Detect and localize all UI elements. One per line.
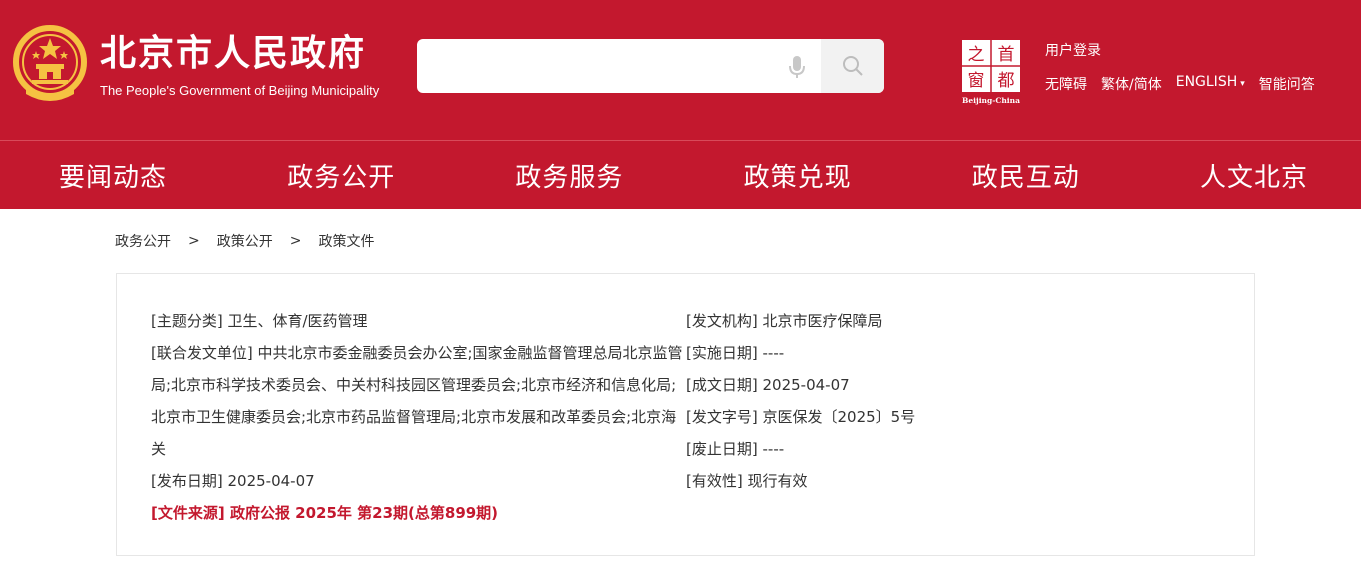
main-nav: 要闻动态 政务公开 政务服务 政策兑现 政民互动 人文北京 bbox=[0, 140, 1361, 209]
repeal-date-row: [废止日期] ---- bbox=[686, 433, 1226, 465]
created-date-row: [成文日期] 2025-04-07 bbox=[686, 369, 1226, 401]
issuer-row: [发文机构] 北京市医疗保障局 bbox=[686, 305, 1226, 337]
created-date-value: 2025-04-07 bbox=[762, 376, 850, 394]
joint-issuers-label: [联合发文单位] bbox=[151, 344, 253, 362]
nav-item-policy-fulfillment[interactable]: 政策兑现 bbox=[744, 157, 852, 194]
effective-date-value: ---- bbox=[762, 344, 785, 362]
site-header: 北京市人民政府 The People's Government of Beiji… bbox=[0, 0, 1361, 140]
traditional-simplified-link[interactable]: 繁体/简体 bbox=[1101, 74, 1162, 94]
search-icon bbox=[842, 56, 863, 76]
chevron-down-icon: ▾ bbox=[1240, 79, 1245, 89]
user-login-link[interactable]: 用户登录 bbox=[1045, 40, 1101, 60]
logo-char-4: 都 bbox=[998, 71, 1015, 91]
document-info-panel: [主题分类] 卫生、体育/医药管理 [联合发文单位] 中共北京市委金融委员会办公… bbox=[116, 273, 1255, 556]
search-input[interactable] bbox=[417, 39, 777, 93]
validity-row: [有效性] 现行有效 bbox=[686, 465, 1226, 497]
nav-item-interaction[interactable]: 政民互动 bbox=[972, 157, 1080, 194]
english-link[interactable]: ENGLISH ▾ bbox=[1176, 74, 1245, 94]
accessibility-link[interactable]: 无障碍 bbox=[1045, 74, 1087, 94]
repeal-date-value: ---- bbox=[762, 440, 785, 458]
breadcrumb-separator: > bbox=[188, 233, 200, 249]
effective-date-row: [实施日期] ---- bbox=[686, 337, 1226, 369]
search-button[interactable] bbox=[821, 39, 884, 93]
nav-item-culture[interactable]: 人文北京 bbox=[1200, 157, 1308, 194]
breadcrumb-separator: > bbox=[289, 233, 302, 249]
source-label: [文件来源] bbox=[151, 504, 225, 522]
nav-item-services[interactable]: 政务服务 bbox=[515, 157, 623, 194]
breadcrumb: 政务公开 > 政策公开 > 政策文件 bbox=[115, 231, 374, 251]
topic-label: [主题分类] bbox=[151, 312, 223, 330]
document-number-value: 京医保发〔2025〕5号 bbox=[762, 408, 916, 426]
source-value: 政府公报 2025年 第23期(总第899期) bbox=[229, 504, 499, 522]
info-right-column: [发文机构] 北京市医疗保障局 [实施日期] ---- [成文日期] 2025-… bbox=[686, 305, 1226, 497]
smart-qa-link[interactable]: 智能问答 bbox=[1259, 74, 1315, 94]
microphone-icon[interactable] bbox=[786, 54, 808, 80]
search-box bbox=[417, 39, 884, 93]
logo-char-1: 之 bbox=[968, 45, 985, 65]
topic-value: 卫生、体育/医药管理 bbox=[227, 312, 368, 330]
national-emblem-icon[interactable] bbox=[12, 24, 88, 106]
publish-date-value: 2025-04-07 bbox=[227, 472, 315, 490]
issuer-label: [发文机构] bbox=[686, 312, 758, 330]
info-left-column: [主题分类] 卫生、体育/医药管理 [联合发文单位] 中共北京市委金融委员会办公… bbox=[151, 305, 683, 529]
breadcrumb-item-1[interactable]: 政务公开 bbox=[115, 231, 171, 251]
capital-window-logo[interactable]: 之 首 窗 都 Beijing-China bbox=[958, 38, 1024, 106]
breadcrumb-item-3[interactable]: 政策文件 bbox=[318, 231, 374, 251]
breadcrumb-item-2[interactable]: 政策公开 bbox=[217, 231, 273, 251]
effective-date-label: [实施日期] bbox=[686, 344, 758, 362]
logo-caption: Beijing-China bbox=[962, 96, 1020, 105]
publish-date-label: [发布日期] bbox=[151, 472, 223, 490]
source-row[interactable]: [文件来源] 政府公报 2025年 第23期(总第899期) bbox=[151, 497, 683, 529]
repeal-date-label: [废止日期] bbox=[686, 440, 758, 458]
logo-char-2: 首 bbox=[998, 45, 1015, 65]
english-label: ENGLISH bbox=[1175, 74, 1238, 90]
document-number-row: [发文字号] 京医保发〔2025〕5号 bbox=[686, 401, 1226, 433]
utility-links: 无障碍 繁体/简体 ENGLISH ▾ 智能问答 bbox=[1045, 74, 1329, 94]
joint-issuers-row: [联合发文单位] 中共北京市委金融委员会办公室;国家金融监督管理总局北京监管局;… bbox=[151, 337, 683, 465]
site-title: 北京市人民政府 bbox=[100, 33, 367, 74]
logo-char-3: 窗 bbox=[968, 71, 985, 91]
validity-label: [有效性] bbox=[686, 472, 743, 490]
nav-item-government-affairs[interactable]: 政务公开 bbox=[287, 157, 395, 194]
topic-row: [主题分类] 卫生、体育/医药管理 bbox=[151, 305, 683, 337]
validity-value: 现行有效 bbox=[747, 472, 808, 490]
document-number-label: [发文字号] bbox=[686, 408, 758, 426]
nav-item-news[interactable]: 要闻动态 bbox=[59, 157, 167, 194]
site-subtitle: The People's Government of Beijing Munic… bbox=[100, 83, 380, 98]
issuer-value: 北京市医疗保障局 bbox=[762, 312, 883, 330]
created-date-label: [成文日期] bbox=[686, 376, 758, 394]
publish-date-row: [发布日期] 2025-04-07 bbox=[151, 465, 683, 497]
